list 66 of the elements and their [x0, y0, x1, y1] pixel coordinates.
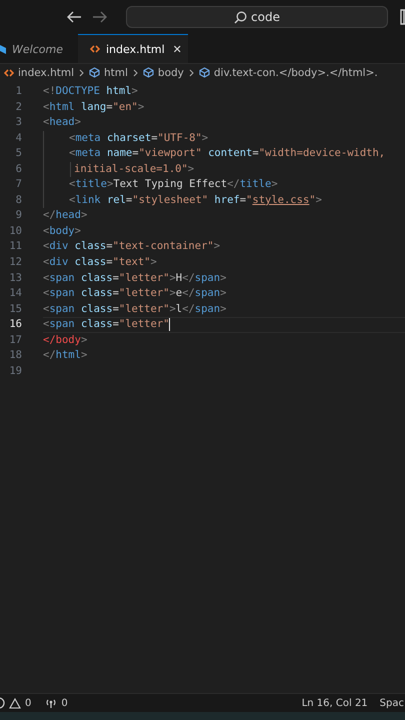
line-number: 16: [8, 317, 22, 332]
tab-label[interactable]: index.html: [106, 42, 165, 56]
line-number: 2: [14, 100, 22, 115]
code-line: </html>: [43, 348, 88, 364]
code-line: <!DOCTYPE html>: [43, 84, 138, 99]
editor-tab[interactable]: Welcome: [0, 34, 78, 63]
error-icon[interactable]: [0, 697, 5, 709]
antenna-icon[interactable]: [45, 698, 58, 708]
code-line: <meta name="viewport" content="width=device-width,: [69, 146, 386, 162]
code-line: <head>: [43, 115, 81, 130]
line-number: 17: [8, 332, 22, 348]
code-line: <html lang="en">: [43, 100, 144, 115]
editor-tab[interactable]: index.html ✕: [78, 34, 188, 63]
breadcrumb-item[interactable]: div.text-con.</body>.</html>.: [214, 66, 378, 78]
line-number: 8: [14, 192, 22, 208]
text-cursor: [169, 318, 170, 332]
code-line: initial-scale=1.0">: [74, 162, 194, 177]
cursor-position[interactable]: Ln 16, Col 21: [302, 698, 368, 708]
close-button[interactable]: ✕: [172, 42, 182, 56]
back-arrow-icon[interactable]: [66, 11, 82, 23]
line-number: 12: [8, 255, 22, 270]
breadcrumb-item[interactable]: body: [158, 66, 184, 78]
code-line: <span class="letter">e</span>: [43, 286, 226, 302]
code-brackets-icon: [90, 45, 100, 53]
indentation-status[interactable]: Spac: [380, 698, 404, 708]
tab-label[interactable]: Welcome: [12, 42, 63, 56]
line-number: 18: [8, 348, 22, 364]
chevron-icon[interactable]: [132, 68, 138, 76]
line-number: 15: [8, 302, 22, 317]
line-number: 3: [14, 115, 22, 130]
chevron-icon[interactable]: [78, 68, 84, 76]
code-line: </body>: [43, 332, 88, 348]
search-field[interactable]: code: [126, 6, 388, 28]
line-number: 14: [8, 286, 22, 302]
line-number: 11: [8, 239, 22, 254]
warning-count[interactable]: 0: [25, 698, 32, 708]
line-number: 5: [14, 146, 22, 162]
code-brackets-icon: [4, 68, 14, 76]
line-number: 4: [14, 130, 22, 146]
code-line: <title>Text Typing Effect</title>: [69, 177, 278, 192]
cube-icon: [198, 67, 210, 78]
code-line: <div class="text">: [43, 255, 157, 270]
warning-icon[interactable]: [9, 698, 21, 708]
code-line: <body>: [43, 224, 81, 239]
line-number: 19: [8, 364, 22, 379]
line-number: 1: [14, 84, 22, 99]
code-line: <link rel="stylesheet" href="style.css">: [69, 192, 322, 208]
port-count[interactable]: 0: [61, 698, 68, 708]
search-icon: [234, 10, 248, 24]
cube-icon: [142, 67, 154, 78]
breadcrumb-item[interactable]: index.html: [18, 66, 74, 78]
cube-icon: [88, 67, 100, 78]
code-line: </head>: [43, 208, 88, 224]
chevron-icon[interactable]: [188, 68, 194, 76]
line-number: 6: [14, 162, 22, 177]
code-line: <span class="letter">l</span>: [43, 302, 226, 317]
code-line: <span class="letter": [43, 317, 170, 332]
line-number: 9: [14, 208, 22, 224]
code-line: <span class="letter">H</span>: [43, 270, 226, 286]
line-number: 7: [14, 177, 22, 192]
line-number: 13: [8, 270, 22, 286]
code-line: <meta charset="UTF-8">: [69, 130, 208, 146]
breadcrumb-item[interactable]: html: [104, 66, 128, 78]
line-number: 10: [8, 224, 22, 239]
code-line: <div class="text-container">: [43, 239, 220, 254]
forward-arrow-icon[interactable]: [92, 11, 108, 23]
